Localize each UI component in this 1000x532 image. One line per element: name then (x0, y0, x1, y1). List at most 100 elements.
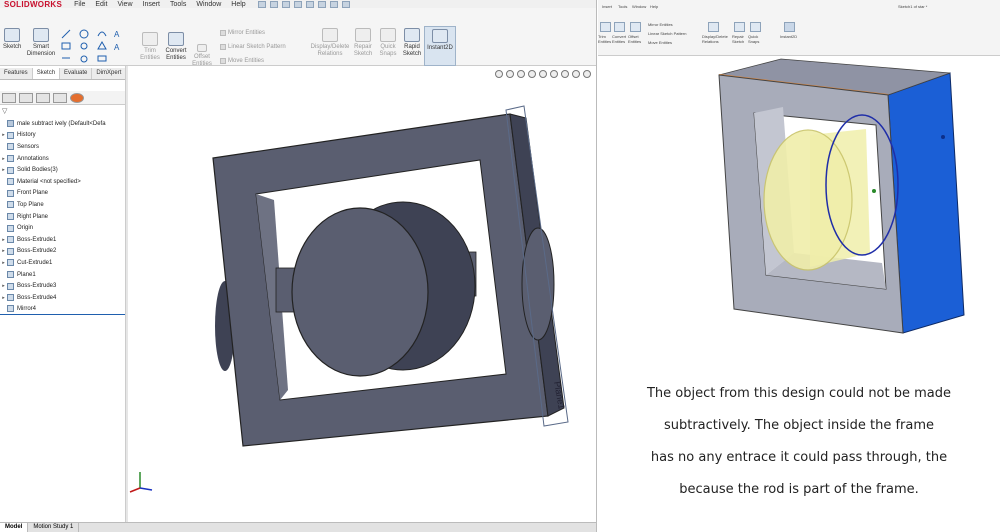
quick-snaps-button[interactable]: Quick Snaps (378, 28, 398, 58)
cut-icon (7, 259, 14, 267)
right-repair-icon[interactable] (734, 22, 745, 32)
svg-text:A: A (114, 30, 120, 39)
rapid-sketch-button[interactable]: Rapid Sketch (400, 28, 424, 58)
appearance-icon[interactable] (572, 70, 580, 78)
trim-entities-button[interactable]: Trim Entities (138, 32, 162, 62)
display-delete-relations-button[interactable]: Display/Delete Relations (305, 28, 355, 58)
offset-entities-button[interactable]: Offset Entities (190, 44, 214, 68)
previous-view-icon[interactable] (517, 70, 525, 78)
move-entities-button[interactable]: Move Entities (220, 58, 264, 64)
sketch-button[interactable]: Sketch (3, 28, 21, 51)
menu-help[interactable]: Help (231, 1, 245, 8)
menu-edit[interactable]: Edit (95, 1, 107, 8)
repair-sketch-button[interactable]: Repair Sketch (352, 28, 374, 58)
tree-item-boss-extrude1[interactable]: ▸ Boss-Extrude1 (0, 234, 125, 246)
sketch-tools-icons: A A (61, 29, 120, 63)
plane-icon (7, 213, 14, 221)
appearance-tab-icon[interactable] (70, 93, 84, 103)
right-menu-insert[interactable]: Insert (602, 4, 612, 9)
tree-item-cut-extrude1[interactable]: ▸ Cut-Extrude1 (0, 257, 125, 269)
tree-item-boss-extrude3[interactable]: ▸ Boss-Extrude3 (0, 280, 125, 292)
tab-features[interactable]: Features (0, 68, 33, 79)
mirror-icon (220, 30, 226, 36)
frame-iso-view (718, 58, 965, 334)
right-menu-help[interactable]: Help (650, 4, 658, 9)
rebuild-icon[interactable] (329, 0, 338, 8)
right-mirror-label[interactable]: Mirror Entities (648, 22, 673, 27)
tree-item-origin[interactable]: Origin (0, 222, 125, 234)
menu-tools[interactable]: Tools (170, 1, 186, 8)
right-convert-icon[interactable] (614, 22, 625, 32)
extrude-icon (7, 282, 14, 290)
select-icon[interactable] (317, 0, 326, 8)
smart-dimension-button[interactable]: Smart Dimension (26, 28, 56, 58)
zoom-area-icon[interactable] (506, 70, 514, 78)
menu-view[interactable]: View (117, 1, 132, 8)
zoom-fit-icon[interactable] (495, 70, 503, 78)
caption-line: because the rod is part of the frame. (679, 482, 919, 497)
mirror-entities-button[interactable]: Mirror Entities (220, 30, 265, 36)
save-icon[interactable] (281, 0, 290, 8)
tab-evaluate[interactable]: Evaluate (60, 68, 93, 79)
dimxpert-tab-icon[interactable] (53, 93, 67, 103)
extrude-icon (7, 247, 14, 255)
options-icon[interactable] (341, 0, 350, 8)
tree-item-history[interactable]: ▸ History (0, 130, 125, 142)
tree-item-right-plane[interactable]: Right Plane (0, 211, 125, 223)
convert-entities-button[interactable]: Convert Entities (163, 32, 189, 62)
filter-icon[interactable]: ▽ (0, 107, 7, 115)
property-tab-icon[interactable] (19, 93, 33, 103)
display-style-icon[interactable] (550, 70, 558, 78)
tree-root[interactable]: male subtract ively (Default<Defa (0, 118, 125, 130)
right-menu-tools[interactable]: Tools (618, 4, 627, 9)
right-snaps-icon[interactable] (750, 22, 761, 32)
tab-model[interactable]: Model (0, 523, 29, 532)
view-orientation-icon[interactable] (539, 70, 547, 78)
linear-pattern-button[interactable]: Linear Sketch Pattern (220, 44, 286, 50)
menu-window[interactable]: Window (196, 1, 221, 8)
solidworks-window: SOLIDWORKS File Edit View Insert Tools W… (0, 0, 597, 532)
scene-icon[interactable] (583, 70, 591, 78)
open-icon[interactable] (269, 0, 278, 8)
right-relations-icon[interactable] (708, 22, 719, 32)
menu-insert[interactable]: Insert (143, 1, 161, 8)
new-icon[interactable] (257, 0, 266, 8)
undo-icon[interactable] (305, 0, 314, 8)
tab-dimxpert[interactable]: DimXpert (92, 68, 127, 79)
mirror-icon (7, 305, 14, 313)
right-toolbar: Insert Tools Window Help Sketch1 of star… (598, 0, 1000, 56)
tree-item-plane1[interactable]: Plane1 (0, 269, 125, 281)
feature-tree-tab-icon[interactable] (2, 93, 16, 103)
sensors-icon (7, 143, 14, 151)
menu-file[interactable]: File (74, 1, 85, 8)
hide-show-icon[interactable] (561, 70, 569, 78)
tree-item-material[interactable]: Material <not specified> (0, 176, 125, 188)
graphics-area[interactable]: Plane1 (128, 66, 596, 522)
config-tab-icon[interactable] (36, 93, 50, 103)
print-icon[interactable] (293, 0, 302, 8)
tree-item-solid-bodies[interactable]: ▸ Solid Bodies(3) (0, 164, 125, 176)
title-bar: SOLIDWORKS File Edit View Insert Tools W… (0, 0, 596, 9)
extrude-icon (7, 294, 14, 302)
right-trim-icon[interactable] (600, 22, 611, 32)
right-move-label[interactable]: Move Entities (648, 40, 672, 45)
tree-item-boss-extrude2[interactable]: ▸ Boss-Extrude2 (0, 246, 125, 258)
tree-item-top-plane[interactable]: Top Plane (0, 199, 125, 211)
right-menu-window[interactable]: Window (632, 4, 646, 9)
menu-bar: File Edit View Insert Tools Window Help (74, 1, 246, 8)
right-linear-label[interactable]: Linear Sketch Pattern (648, 31, 686, 36)
plane-icon (7, 189, 14, 197)
tree-item-boss-extrude4[interactable]: ▸ Boss-Extrude4 (0, 292, 125, 304)
section-view-icon[interactable] (528, 70, 536, 78)
feature-tree: male subtract ively (Default<Defa ▸ Histo… (0, 118, 125, 316)
instant2d-button[interactable]: Instant2D (424, 26, 456, 66)
tree-item-annotations[interactable]: ▸ Annotations (0, 153, 125, 165)
tab-motion-study[interactable]: Motion Study 1 (28, 523, 80, 532)
right-instant2d-icon[interactable] (784, 22, 795, 32)
right-offset-icon[interactable] (630, 22, 641, 32)
tree-item-mirror4[interactable]: Mirror4 (0, 304, 125, 316)
tree-item-sensors[interactable]: Sensors (0, 141, 125, 153)
right-graphics-area[interactable] (598, 57, 1000, 339)
tab-sketch[interactable]: Sketch (32, 68, 61, 79)
tree-item-front-plane[interactable]: Front Plane (0, 188, 125, 200)
